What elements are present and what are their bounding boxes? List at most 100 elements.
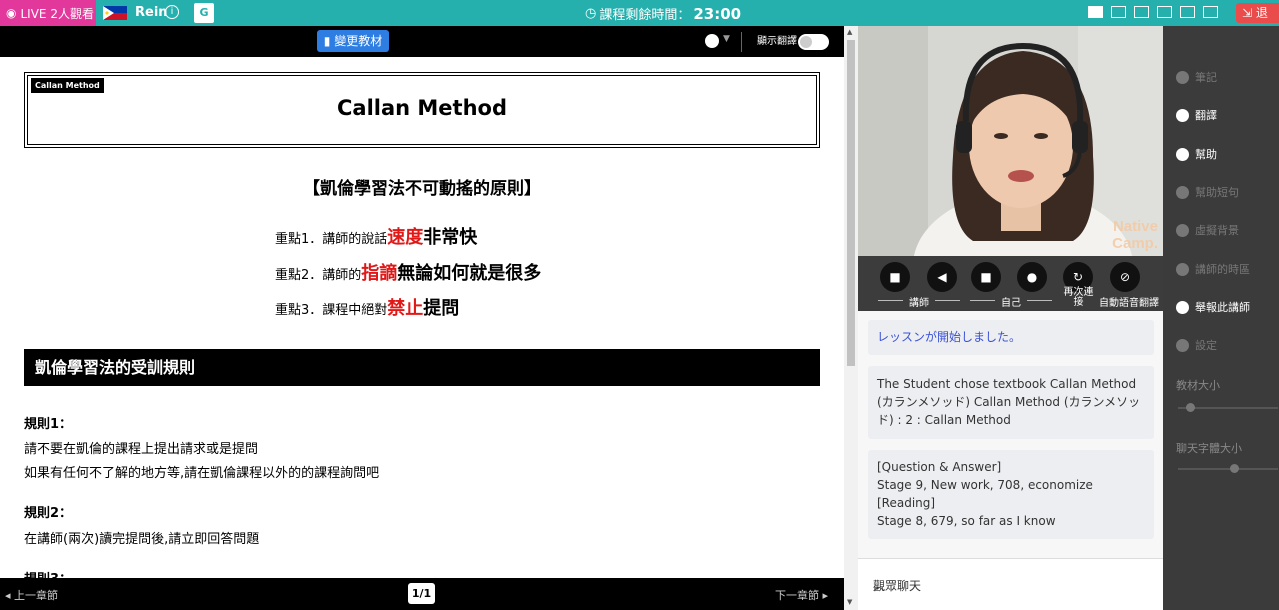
self-camera-icon[interactable]: ■: [971, 262, 1001, 292]
teacher-name: Rein: [135, 5, 168, 20]
gear-icon: [1176, 338, 1189, 352]
self-controls-label: 自己: [1001, 298, 1021, 309]
book-icon: ▮: [323, 34, 331, 48]
chat-bubble-icon: [1176, 185, 1189, 199]
auto-translate-label: 自動語音翻譯: [1099, 298, 1159, 309]
translate-icon[interactable]: G: [194, 3, 214, 23]
chevron-down-icon[interactable]: ▼: [723, 34, 730, 44]
point-3: 重點3．課程中絕對禁止提問: [275, 294, 459, 320]
svg-text:Native: Native: [1113, 218, 1158, 235]
scroll-down-icon[interactable]: ▼: [847, 598, 852, 606]
sidebar-item-label: 虛擬背景: [1195, 224, 1239, 237]
point-1-suffix: 非常快: [423, 227, 478, 248]
scrollbar-thumb[interactable]: [847, 40, 855, 366]
reconnect-label: 再次連接: [1063, 287, 1094, 308]
divider: [878, 300, 903, 301]
layout-switcher: [1088, 6, 1218, 18]
teacher-video: Native Camp.: [858, 26, 1163, 256]
point-3-prefix: 重點3．課程中絕對: [275, 303, 388, 318]
next-chapter-label: 下一章節: [774, 589, 819, 602]
layout-1-icon[interactable]: [1088, 6, 1103, 18]
pencil-icon: [1176, 70, 1189, 84]
sidebar-item-virtual-background[interactable]: 虛擬背景: [1176, 222, 1239, 238]
next-chapter-link[interactable]: 下一章節 ▸: [775, 587, 828, 603]
sidebar-item-translate[interactable]: 翻譯: [1176, 107, 1217, 123]
sidebar-item-label: 設定: [1195, 339, 1217, 352]
rule-2-line-1: 在講師(兩次)讀完提問後,請立即回答問題: [24, 532, 260, 547]
audience-chat-bar[interactable]: 觀眾聊天 ︿: [858, 558, 1163, 610]
top-bar: ◉ LIVE 2人觀看 Rein i G ◷ 課程剩餘時間： 23:00 ⇲ 退: [0, 0, 1279, 26]
previous-chapter-label: 上一章節: [14, 589, 59, 602]
point-2-highlight: 指謫: [361, 263, 398, 284]
previous-chapter-link[interactable]: ◂ 上一章節: [5, 587, 58, 603]
material-content: Callan Method Callan Method 【凱倫學習法不可動搖的原…: [0, 57, 844, 578]
timer-value: 23:00: [693, 4, 742, 23]
language-globe-icon[interactable]: [705, 34, 719, 48]
rule-1-line-2: 如果有任何不了解的地方等,請在凱倫課程以外的的課程詢問吧: [24, 466, 380, 481]
chat-font-size-slider[interactable]: [1178, 464, 1278, 473]
sidebar-item-notes[interactable]: 筆記: [1176, 69, 1217, 85]
rules-heading: 凱倫學習法的受訓規則: [24, 349, 820, 386]
slider-knob[interactable]: [1186, 403, 1195, 412]
material-size-slider[interactable]: [1178, 403, 1278, 412]
scroll-up-icon[interactable]: ▲: [847, 28, 852, 36]
auto-translate-icon[interactable]: ⊘: [1110, 262, 1140, 292]
slider-knob[interactable]: [1230, 464, 1239, 473]
point-2-prefix: 重點2．講師的: [275, 268, 362, 283]
sidebar-item-help[interactable]: 幫助: [1176, 146, 1217, 162]
rule-2-title: 規則2：: [24, 506, 73, 521]
info-icon[interactable]: i: [165, 5, 179, 19]
material-title: Callan Method: [337, 96, 507, 120]
principles-title: 【凱倫學習法不可動搖的原則】: [303, 179, 541, 199]
layout-3-icon[interactable]: [1134, 6, 1149, 18]
chat-font-size-label: 聊天字體大小: [1176, 442, 1242, 455]
divider: [1027, 300, 1052, 301]
layout-2-icon[interactable]: [1111, 6, 1126, 18]
show-translation-label: 顯示翻譯: [757, 36, 797, 47]
change-material-button[interactable]: ▮ 變更教材: [317, 30, 389, 52]
teacher-camera-icon[interactable]: ■: [880, 262, 910, 292]
sidebar-item-label: 幫助: [1195, 148, 1217, 161]
point-1: 重點1．講師的說話速度非常快: [275, 223, 477, 249]
teacher-controls-label: 講師: [909, 298, 929, 309]
philippines-flag-icon: [103, 6, 127, 20]
question-icon: [1176, 147, 1189, 161]
svg-text:Camp.: Camp.: [1112, 235, 1158, 252]
sidebar-item-label: 舉報此講師: [1195, 301, 1250, 314]
chevron-up-icon[interactable]: ︿: [873, 577, 1147, 594]
sidebar-item-label: 筆記: [1195, 71, 1217, 84]
sidebar-item-report-teacher[interactable]: 舉報此講師: [1176, 299, 1250, 315]
material-footer: ◂ 上一章節 1/1 下一章節 ▸: [0, 578, 844, 610]
teacher-speaker-icon[interactable]: ◀: [927, 262, 957, 292]
chat-message: [Question & Answer] Stage 9, New work, 7…: [868, 450, 1154, 539]
layout-5-icon[interactable]: [1180, 6, 1195, 18]
video-controls: ■ ◀ ■ ● ↻ ⊘ 講師 自己 再次連接 自動語音翻譯: [858, 256, 1163, 311]
material-size-label: 教材大小: [1176, 379, 1220, 392]
chat-message: レッスンが開始しました。: [868, 320, 1154, 355]
divider: [741, 32, 742, 52]
divider: [935, 300, 960, 301]
rule-1-title: 規則1：: [24, 417, 73, 432]
sidebar-item-label: 幫助短句: [1195, 186, 1239, 199]
exit-button[interactable]: ⇲ 退: [1236, 3, 1279, 23]
layout-4-icon[interactable]: [1157, 6, 1172, 18]
change-material-label: 變更教材: [334, 34, 383, 48]
rule-3-title: 規則3：: [24, 568, 72, 578]
sidebar-item-settings[interactable]: 設定: [1176, 337, 1217, 353]
sidebar-item-label: 翻譯: [1195, 109, 1217, 122]
chat-message: The Student chose textbook Callan Method…: [868, 366, 1154, 439]
sidebar-item-teacher-timezone[interactable]: 講師的時區: [1176, 261, 1250, 277]
point-2-suffix: 無論如何就是很多: [397, 263, 542, 284]
flag-icon: [1176, 300, 1189, 314]
exit-label: 退: [1255, 6, 1268, 20]
point-1-prefix: 重點1．講師的說話: [275, 232, 388, 247]
self-microphone-icon[interactable]: ●: [1017, 262, 1047, 292]
point-3-highlight: 禁止: [387, 298, 424, 319]
layout-6-icon[interactable]: [1203, 6, 1218, 18]
material-scrollbar[interactable]: ▲ ▼: [844, 26, 858, 610]
globe-icon: [1176, 108, 1189, 122]
point-2: 重點2．講師的指謫無論如何就是很多: [275, 259, 541, 285]
show-translation-toggle[interactable]: [798, 34, 829, 50]
title-box: Callan Method Callan Method: [24, 72, 820, 148]
sidebar-item-help-phrases[interactable]: 幫助短句: [1176, 184, 1239, 200]
